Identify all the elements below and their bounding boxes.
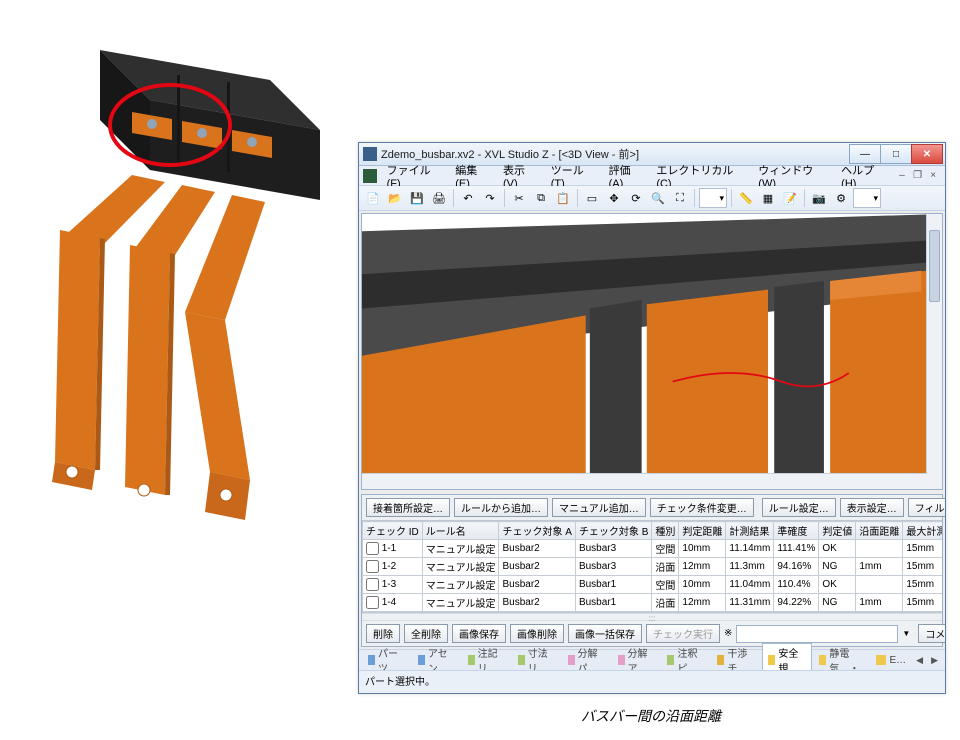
tb-note-icon[interactable]: 📝 xyxy=(780,188,800,208)
tb-rotate-icon[interactable]: ⟳ xyxy=(626,188,646,208)
tb-measure-icon[interactable]: 📏 xyxy=(736,188,756,208)
app-icon xyxy=(363,147,377,161)
col-type[interactable]: 種別 xyxy=(652,522,679,540)
figure-caption: バスバー間の沿面距離 xyxy=(358,706,944,726)
bottom-tab-strip: パーツ… アセン… 注記リ… 寸法リ… 分解パ… 分解ア… 注釈ピ… 干渉チ… … xyxy=(359,649,945,670)
change-check-cond-button[interactable]: チェック条件変更… xyxy=(650,498,754,517)
toolbar: 📄 📂 💾 🖨 ↶ ↷ ✂ ⧉ 📋 ▭ ✥ ⟳ 🔍 ⛶ ▾ 📏 ▦ 📝 📷 ⚙ … xyxy=(359,186,945,211)
tab-scroll-right[interactable]: ▶ xyxy=(928,655,941,666)
viewport-scrollbar-vertical[interactable] xyxy=(926,214,942,489)
tb-zoom-icon[interactable]: 🔍 xyxy=(648,188,668,208)
result-select[interactable] xyxy=(736,625,898,643)
tab-safety[interactable]: 安全規… xyxy=(762,643,812,670)
tb-print-icon[interactable]: 🖨 xyxy=(429,188,449,208)
work-area: 接着箇所設定… ルールから追加… マニュアル追加… チェック条件変更… ルール設… xyxy=(359,211,945,670)
close-button[interactable]: ✕ xyxy=(911,144,943,164)
app-window: Zdemo_busbar.xv2 - XVL Studio Z - [<3D V… xyxy=(358,142,946,694)
delete-image-button[interactable]: 画像削除 xyxy=(510,624,564,643)
tb-render-dropdown[interactable]: ▾ xyxy=(699,188,727,208)
tb-pan-icon[interactable]: ✥ xyxy=(604,188,624,208)
tab-disB[interactable]: 分解ア… xyxy=(613,644,661,670)
panel-splitter[interactable]: ::: xyxy=(362,613,942,621)
document-icon xyxy=(363,169,377,183)
tab-annot[interactable]: 注記リ… xyxy=(463,644,511,670)
viewport-scrollbar-horizontal[interactable] xyxy=(362,473,927,489)
tb-settings-icon[interactable]: ⚙ xyxy=(831,188,851,208)
row-checkbox[interactable] xyxy=(366,542,379,555)
tb-new-icon[interactable]: 📄 xyxy=(363,188,383,208)
window-title: Zdemo_busbar.xv2 - XVL Studio Z - [<3D V… xyxy=(381,146,850,162)
3d-viewport[interactable] xyxy=(361,213,943,490)
add-from-rule-button[interactable]: ルールから追加… xyxy=(454,498,548,517)
status-text: パート選択中。 xyxy=(365,677,435,688)
tb-camera-icon[interactable]: 📷 xyxy=(809,188,829,208)
col-measured[interactable]: 判定距離 xyxy=(679,522,726,540)
table-row[interactable]: 1-2マニュアル設定Busbar2Busbar3沿面12mm11.3mm94.1… xyxy=(363,558,943,576)
save-image-button[interactable]: 画像保存 xyxy=(452,624,506,643)
table-row[interactable]: 1-3マニュアル設定Busbar2Busbar1空間10mm11.04mm110… xyxy=(363,576,943,594)
tb-redo-icon[interactable]: ↷ xyxy=(480,188,500,208)
col-max[interactable]: 最大計測… xyxy=(903,522,942,540)
col-target-a[interactable]: チェック対象 A xyxy=(499,522,575,540)
batch-save-image-button[interactable]: 画像一括保存 xyxy=(568,624,642,643)
tb-paste-icon[interactable]: 📋 xyxy=(553,188,573,208)
tb-undo-icon[interactable]: ↶ xyxy=(458,188,478,208)
rule-settings-button[interactable]: ルール設定… xyxy=(762,498,836,517)
delete-button[interactable]: 削除 xyxy=(366,624,400,643)
tb-copy-icon[interactable]: ⧉ xyxy=(531,188,551,208)
tab-scroll-left[interactable]: ◀ xyxy=(913,655,926,666)
row-checkbox[interactable] xyxy=(366,560,379,573)
tab-interf[interactable]: 干渉チ… xyxy=(712,644,760,670)
tb-fit-icon[interactable]: ⛶ xyxy=(670,188,690,208)
tab-disA[interactable]: 分解パ… xyxy=(563,644,611,670)
row-checkbox[interactable] xyxy=(366,578,379,591)
reference-3d-image xyxy=(20,20,340,530)
mdi-close-button[interactable]: × xyxy=(925,169,941,183)
dropdown-arrow-icon: ▼ xyxy=(902,629,910,638)
mdi-restore-button[interactable]: ❐ xyxy=(910,169,926,183)
table-row[interactable]: 1-1マニュアル設定Busbar2Busbar3空間10mm11.14mm111… xyxy=(363,540,943,558)
tb-save-icon[interactable]: 💾 xyxy=(407,188,427,208)
tab-static[interactable]: 静電気…・ xyxy=(814,644,869,670)
status-bar: パート選択中。 xyxy=(359,670,945,693)
tab-annotPin[interactable]: 注釈ピ… xyxy=(662,644,710,670)
col-calc[interactable]: 計測結果 xyxy=(726,522,774,540)
filtering-button[interactable]: フィルタリング… xyxy=(908,498,945,517)
results-table: チェック ID ルール名 チェック対象 A チェック対象 B 種別 判定距離 計… xyxy=(362,520,942,613)
table-row[interactable]: 1-4マニュアル設定Busbar2Busbar1沿面12mm11.31mm94.… xyxy=(363,594,943,612)
check-mark-icon: ※ xyxy=(724,628,732,639)
mdi-min-button[interactable]: – xyxy=(894,169,910,183)
tab-asm[interactable]: アセン… xyxy=(413,644,461,670)
tb-select-icon[interactable]: ▭ xyxy=(582,188,602,208)
col-creepage[interactable]: 沿面距離 xyxy=(856,522,903,540)
results-panel: 接着箇所設定… ルールから追加… マニュアル追加… チェック条件変更… ルール設… xyxy=(361,494,943,647)
menu-bar: ファイル(F) 編集(E) 表示(V) ツール(T) 評価(A) エレクトリカル… xyxy=(359,166,945,186)
tab-dim[interactable]: 寸法リ… xyxy=(513,644,561,670)
display-settings-button[interactable]: 表示設定… xyxy=(840,498,904,517)
tab-parts[interactable]: パーツ… xyxy=(363,644,411,670)
col-judge[interactable]: 判定値 xyxy=(819,522,856,540)
row-checkbox[interactable] xyxy=(366,596,379,609)
delete-all-button[interactable]: 全削除 xyxy=(404,624,448,643)
tb-layer-dropdown[interactable]: ▾ xyxy=(853,188,881,208)
tb-open-icon[interactable]: 📂 xyxy=(385,188,405,208)
tb-section-icon[interactable]: ▦ xyxy=(758,188,778,208)
col-check-id[interactable]: チェック ID xyxy=(363,522,423,540)
col-acc[interactable]: 準確度 xyxy=(774,522,819,540)
tb-cut-icon[interactable]: ✂ xyxy=(509,188,529,208)
col-target-b[interactable]: チェック対象 B xyxy=(575,522,651,540)
run-check-button[interactable]: チェック実行 xyxy=(646,624,720,643)
comment-settings-button[interactable]: コメント設定 xyxy=(918,624,945,643)
col-rule-name[interactable]: ルール名 xyxy=(422,522,499,540)
tab-e[interactable]: E… xyxy=(871,654,911,667)
add-manual-button[interactable]: マニュアル追加… xyxy=(552,498,646,517)
contact-settings-button[interactable]: 接着箇所設定… xyxy=(366,498,450,517)
